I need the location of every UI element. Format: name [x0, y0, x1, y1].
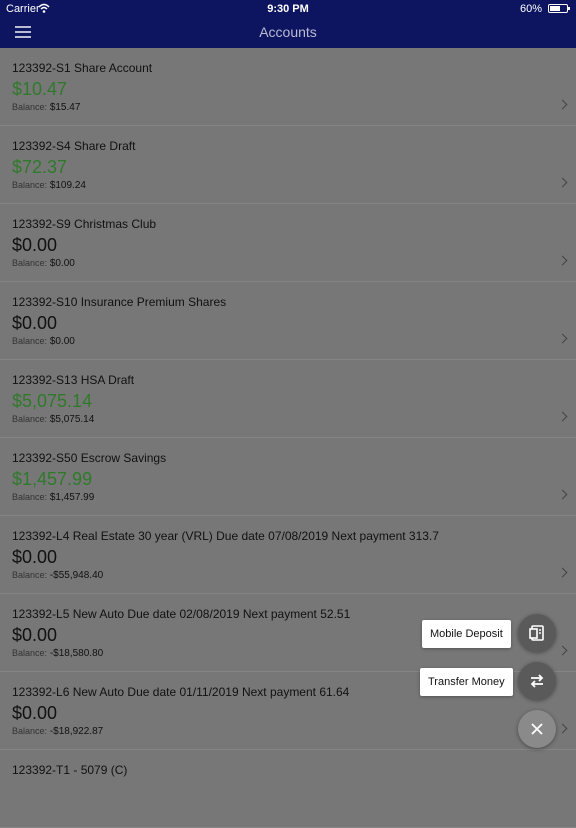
balance-label: Balance: — [12, 102, 48, 112]
account-row[interactable]: 123392-S10 Insurance Premium Shares $0.0… — [0, 282, 576, 360]
balance-line: Balance: -$18,922.87 — [12, 726, 103, 737]
account-name: 123392-S4 Share Draft — [12, 139, 136, 153]
balance-label: Balance: — [12, 180, 48, 190]
available-amount: $0.00 — [12, 547, 58, 567]
balance-line: Balance: $1,457.99 — [12, 492, 94, 503]
accounts-list: 123392-S1 Share Account $10.47 Balance: … — [0, 48, 576, 828]
chevron-right-icon — [557, 489, 568, 500]
battery-percent: 60% — [519, 3, 542, 15]
balance-label: Balance: — [12, 648, 48, 658]
account-name: 123392-S50 Escrow Savings — [12, 451, 167, 465]
balance-label: Balance: — [12, 414, 48, 424]
available-amount: $0.00 — [12, 313, 58, 333]
chevron-right-icon — [557, 99, 568, 110]
transfer-arrows-icon — [530, 674, 544, 688]
available-amount: $10.47 — [12, 79, 68, 99]
account-name: 123392-L4 Real Estate 30 year (VRL) Due … — [12, 529, 439, 543]
balance-value: $109.24 — [49, 180, 86, 191]
clock: 9:30 PM — [267, 3, 309, 15]
available-amount: $0.00 — [12, 625, 58, 645]
balance-value: -$55,948.40 — [49, 570, 104, 581]
account-name: 123392-S13 HSA Draft — [12, 373, 135, 387]
balance-line: Balance: -$55,948.40 — [12, 570, 103, 581]
account-row[interactable]: 123392-S9 Christmas Club $0.00 Balance: … — [0, 204, 576, 282]
available-amount: $0.00 — [12, 703, 58, 723]
balance-label: Balance: — [12, 258, 48, 268]
account-name: 123392-L6 New Auto Due date 01/11/2019 N… — [12, 685, 350, 699]
check-deposit-icon — [529, 625, 544, 641]
account-name: 123392-S9 Christmas Club — [12, 217, 157, 231]
close-icon — [531, 723, 543, 735]
balance-line: Balance: $0.00 — [12, 258, 75, 269]
balance-value: $1,457.99 — [49, 492, 95, 503]
status-bar: Carrier 9:30 PM 60% — [0, 0, 576, 18]
account-name: 123392-S1 Share Account — [12, 61, 153, 75]
account-row[interactable]: 123392-S50 Escrow Savings $1,457.99 Bala… — [0, 438, 576, 516]
account-name: 123392-S10 Insurance Premium Shares — [12, 295, 227, 309]
balance-value: -$18,922.87 — [49, 726, 104, 737]
balance-label: Balance: — [12, 336, 48, 346]
balance-line: Balance: $0.00 — [12, 336, 75, 347]
account-row[interactable]: 123392-S1 Share Account $10.47 Balance: … — [0, 48, 576, 126]
mobile-deposit-fab[interactable] — [518, 614, 556, 652]
chevron-right-icon — [557, 333, 568, 344]
balance-label: Balance: — [12, 570, 48, 580]
balance-value: $15.47 — [49, 102, 81, 113]
balance-value: $0.00 — [49, 336, 75, 347]
nav-bar: Accounts — [0, 18, 576, 48]
chevron-right-icon — [557, 723, 568, 734]
balance-line: Balance: $15.47 — [12, 102, 80, 113]
account-row[interactable]: 123392-S13 HSA Draft $5,075.14 Balance: … — [0, 360, 576, 438]
available-amount: $0.00 — [12, 235, 58, 255]
battery-icon — [548, 4, 570, 13]
chevron-right-icon — [557, 177, 568, 188]
chevron-right-icon — [557, 255, 568, 266]
balance-value: $5,075.14 — [49, 414, 95, 425]
account-row[interactable]: 123392-L4 Real Estate 30 year (VRL) Due … — [0, 516, 576, 594]
account-row[interactable]: 123392-T1 - 5079 (C) — [0, 750, 576, 828]
balance-label: Balance: — [12, 726, 48, 736]
account-name: 123392-T1 - 5079 (C) — [12, 763, 128, 777]
available-amount: $1,457.99 — [12, 469, 93, 489]
available-amount: $5,075.14 — [12, 391, 93, 411]
balance-value: -$18,580.80 — [49, 648, 104, 659]
transfer-money-button[interactable]: Transfer Money — [420, 668, 513, 696]
balance-value: $0.00 — [49, 258, 75, 269]
account-row[interactable]: 123392-S4 Share Draft $72.37 Balance: $1… — [0, 126, 576, 204]
balance-line: Balance: $109.24 — [12, 180, 86, 191]
balance-label: Balance: — [12, 492, 48, 502]
account-name: 123392-L5 New Auto Due date 02/08/2019 N… — [12, 607, 351, 621]
mobile-deposit-button[interactable]: Mobile Deposit — [422, 620, 511, 648]
chevron-right-icon — [557, 411, 568, 422]
close-fab[interactable] — [518, 710, 556, 748]
chevron-right-icon — [557, 567, 568, 578]
available-amount: $72.37 — [12, 157, 68, 177]
balance-line: Balance: $5,075.14 — [12, 414, 94, 425]
transfer-money-fab[interactable] — [518, 662, 556, 700]
chevron-right-icon — [557, 645, 568, 656]
page-title: Accounts — [259, 24, 317, 40]
balance-line: Balance: -$18,580.80 — [12, 648, 103, 659]
